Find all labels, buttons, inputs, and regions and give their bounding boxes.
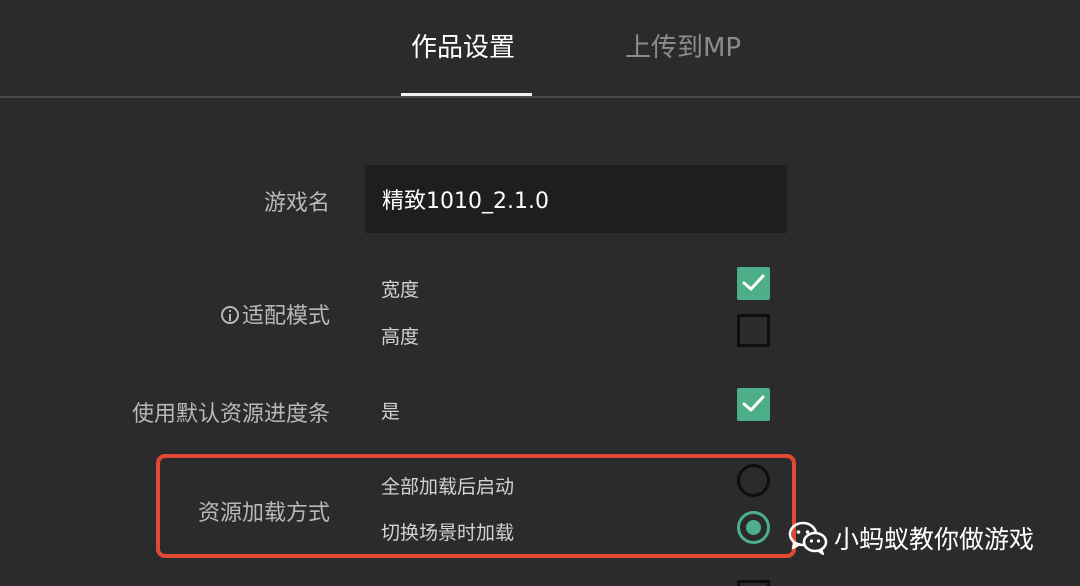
fit-mode-height-checkbox[interactable]	[737, 314, 770, 347]
tab-work-settings[interactable]: 作品设置	[411, 28, 515, 68]
info-icon[interactable]	[220, 306, 239, 324]
loading-mode-scene-radio[interactable]	[737, 511, 770, 544]
fit-mode-width-label: 宽度	[381, 279, 420, 301]
tab-upload-mp[interactable]: 上传到MP	[625, 28, 741, 68]
game-name-input[interactable]	[365, 165, 787, 233]
watermark-text: 小蚂蚁教你做游戏	[834, 525, 1035, 554]
fit-mode-label: 适配模式	[220, 298, 330, 330]
settings-page: 作品设置 上传到MP 游戏名 适配模式 宽度 高度 使用默认资源进度条 是 资源…	[0, 0, 1080, 586]
default-progress-yes-label: 是	[381, 401, 401, 423]
next-row-checkbox[interactable]	[737, 580, 770, 586]
checkmark-icon	[742, 274, 765, 291]
loading-mode-all-label: 全部加载后启动	[381, 476, 515, 498]
default-progress-label: 使用默认资源进度条	[131, 402, 330, 427]
checkmark-icon	[742, 395, 765, 412]
default-progress-checkbox[interactable]	[737, 388, 770, 421]
fit-mode-label-text: 适配模式	[241, 304, 330, 329]
game-name-label: 游戏名	[263, 191, 330, 216]
tab-bar: 作品设置 上传到MP	[0, 0, 1080, 98]
loading-mode-scene-label: 切换场景时加载	[381, 522, 515, 544]
fit-mode-height-label: 高度	[381, 326, 420, 348]
fit-mode-width-checkbox[interactable]	[737, 267, 770, 300]
loading-mode-all-radio[interactable]	[737, 464, 770, 497]
loading-mode-label: 资源加载方式	[197, 501, 330, 526]
watermark: 小蚂蚁教你做游戏	[788, 518, 1034, 558]
wechat-icon	[788, 521, 828, 555]
active-tab-indicator	[401, 93, 532, 96]
